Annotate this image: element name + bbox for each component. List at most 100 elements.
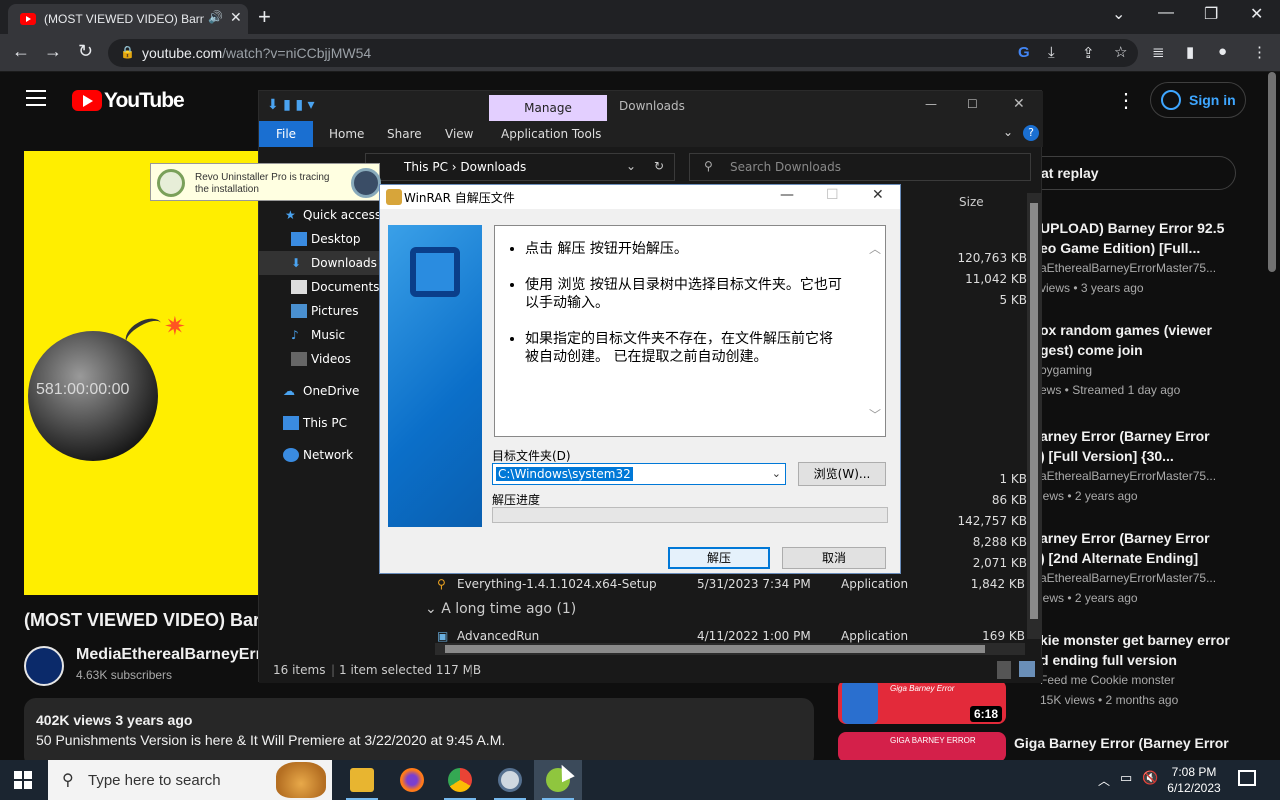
breadcrumb-downloads[interactable]: Downloads bbox=[460, 160, 526, 174]
destination-folder-combo[interactable]: C:\Windows\system32 ⌄ bbox=[492, 463, 786, 485]
firefox-taskbar-icon[interactable] bbox=[388, 760, 436, 800]
refresh-icon[interactable]: ↻ bbox=[654, 159, 664, 173]
address-dropdown-icon[interactable]: ⌄ bbox=[626, 159, 636, 173]
minimize-button[interactable]: — bbox=[925, 97, 937, 111]
tab-close-icon[interactable]: ✕ bbox=[230, 9, 242, 26]
extract-button[interactable]: 解压 bbox=[668, 547, 770, 569]
scrollbar-thumb[interactable] bbox=[1030, 203, 1038, 619]
explorer-address-bar[interactable]: This PC › Downloads ⌄ ↻ bbox=[365, 153, 675, 181]
rec-title-line1[interactable]: Giga Barney Error (Barney Error bbox=[1014, 735, 1229, 751]
details-view-icon[interactable] bbox=[997, 661, 1011, 679]
taskbar-search-box[interactable]: ⚲ Type here to search bbox=[48, 760, 332, 800]
cancel-button[interactable]: 取消 bbox=[782, 547, 886, 569]
browse-button[interactable]: 浏览(W)... bbox=[798, 462, 886, 486]
network-icon[interactable]: ▭ bbox=[1120, 770, 1132, 786]
recommendation-item[interactable]: ox random games (viewer gest) come join … bbox=[1040, 320, 1260, 400]
taskbar-clock[interactable]: 7:08 PM 6/12/2023 bbox=[1166, 764, 1222, 796]
recommendation-item[interactable]: arney Error (Barney Error ) [2nd Alterna… bbox=[1040, 528, 1260, 608]
large-icons-view-icon[interactable] bbox=[1019, 661, 1035, 677]
back-button[interactable]: ← bbox=[12, 41, 30, 62]
side-panel-icon[interactable]: ▮ bbox=[1186, 43, 1194, 61]
destination-value[interactable]: C:\Windows\system32 bbox=[496, 467, 633, 481]
hamburger-menu-icon[interactable] bbox=[26, 90, 46, 111]
windows-start-icon[interactable] bbox=[14, 771, 32, 789]
sign-in-button[interactable]: Sign in bbox=[1150, 82, 1246, 118]
recommendation-item[interactable]: arney Error (Barney Error ) [Full Versio… bbox=[1040, 426, 1260, 506]
ribbon-file-tab[interactable]: File bbox=[259, 121, 313, 147]
close-button[interactable]: ✕ bbox=[1013, 96, 1025, 112]
speaker-muted-icon[interactable]: 🔇 bbox=[1142, 770, 1158, 786]
description-box[interactable]: 402K views 3 years ago 50 Punishments Ve… bbox=[24, 698, 814, 760]
recommendation-item[interactable]: kie monster get barney error d ending fu… bbox=[1040, 630, 1260, 710]
ribbon-tabs: File Home Share View Application Tools ⌄… bbox=[259, 121, 1043, 147]
video-player[interactable]: ✷ 581:00:00:00 bbox=[24, 151, 258, 595]
vertical-scrollbar[interactable] bbox=[1027, 193, 1041, 639]
browser-menu-icon[interactable]: ⋮ bbox=[1252, 43, 1267, 61]
tab-search-icon[interactable]: ⌄ bbox=[1112, 4, 1125, 24]
help-icon[interactable]: ? bbox=[1023, 125, 1039, 141]
explorer-search-box[interactable]: ⚲ Search Downloads bbox=[689, 153, 1031, 181]
bookmark-star-icon[interactable]: ☆ bbox=[1114, 43, 1127, 61]
revo-uninstaller-taskbar-icon[interactable] bbox=[486, 760, 534, 800]
close-button[interactable]: ✕ bbox=[872, 187, 884, 203]
instructions-box[interactable]: 点击 解压 按钮开始解压。 使用 浏览 按钮从目录树中选择目标文件夹。它也可以手… bbox=[494, 225, 886, 437]
maximize-button[interactable]: ☐ bbox=[967, 97, 978, 111]
spark-icon: ✷ bbox=[164, 311, 186, 341]
scroll-up-icon[interactable]: ︿ bbox=[869, 240, 881, 257]
quick-access-toolbar-icon[interactable]: ⬇ ▮ ▮ ▾ bbox=[267, 97, 315, 113]
file-explorer-taskbar-icon[interactable] bbox=[338, 760, 386, 800]
share-icon[interactable]: ⇪ bbox=[1082, 44, 1095, 62]
scroll-down-icon[interactable]: ﹀ bbox=[869, 406, 881, 423]
filter-chip[interactable]: at replay bbox=[1026, 156, 1236, 190]
ribbon-view-tab[interactable]: View bbox=[445, 127, 473, 141]
forward-button[interactable]: → bbox=[44, 41, 62, 62]
minimize-button[interactable]: — bbox=[1158, 4, 1174, 22]
google-lens-icon[interactable]: G bbox=[1018, 44, 1030, 61]
speaker-icon[interactable]: 🔊 bbox=[208, 10, 223, 24]
item-count: 16 items bbox=[273, 663, 326, 677]
file-row[interactable]: ⚲ Everything-1.4.1.1024.x64-Setup 5/31/2… bbox=[435, 574, 1025, 594]
notification-center-icon[interactable] bbox=[1238, 770, 1256, 786]
manage-tab[interactable]: Manage bbox=[489, 95, 607, 121]
ribbon-application-tools-tab[interactable]: Application Tools bbox=[501, 127, 601, 141]
ribbon-share-tab[interactable]: Share bbox=[387, 127, 422, 141]
lock-icon[interactable]: 🔒 bbox=[120, 45, 135, 59]
rec-thumbnail[interactable]: GIGA BARNEY ERROR bbox=[838, 732, 1006, 760]
destination-label: 目标文件夹(D) bbox=[492, 449, 571, 463]
reload-button[interactable]: ↻ bbox=[78, 41, 93, 62]
profile-icon[interactable]: ● bbox=[1218, 43, 1227, 60]
status-divider: | bbox=[331, 663, 336, 677]
minimize-button[interactable]: — bbox=[780, 187, 794, 203]
install-icon[interactable]: ⤓ bbox=[1048, 44, 1055, 61]
download-arrow-icon: ⬇ bbox=[291, 256, 302, 270]
media-playlist-icon[interactable]: ≣ bbox=[1152, 43, 1165, 61]
file-size: 1,842 KB bbox=[970, 577, 1025, 591]
ribbon-expand-icon[interactable]: ⌄ bbox=[1003, 125, 1013, 139]
page-scrollbar[interactable] bbox=[1268, 72, 1276, 272]
size-column-header[interactable]: Size bbox=[959, 195, 984, 209]
desktop-icon bbox=[291, 232, 307, 246]
browser-tab-youtube[interactable]: (MOST VIEWED VIDEO) Barney 🔊 ✕ bbox=[8, 4, 248, 34]
revo-tracking-icon[interactable] bbox=[351, 168, 381, 198]
chrome-taskbar-icon[interactable] bbox=[436, 760, 484, 800]
group-header[interactable]: ⌄ A long time ago (1) bbox=[425, 601, 576, 617]
scrollbar-thumb[interactable] bbox=[445, 645, 985, 653]
restore-button[interactable]: ❐ bbox=[1204, 4, 1218, 24]
rec-meta: iews • 2 years ago bbox=[1040, 591, 1138, 605]
chevron-down-icon[interactable]: ⌄ bbox=[772, 467, 781, 480]
breadcrumb-this-pc[interactable]: This PC bbox=[404, 160, 448, 174]
new-tab-button[interactable]: + bbox=[258, 4, 271, 30]
more-options-icon[interactable]: ⋮ bbox=[1116, 88, 1136, 113]
url-text[interactable]: youtube.com/watch?v=niCCbjjMW54 bbox=[142, 45, 371, 61]
channel-name[interactable]: MediaEtherealBarneyErro bbox=[76, 646, 272, 664]
chevron-up-icon[interactable]: ︿ bbox=[1098, 772, 1110, 789]
rec-thumbnail[interactable]: Giga Barney Error 6:18 bbox=[838, 680, 1006, 724]
ribbon-home-tab[interactable]: Home bbox=[329, 127, 364, 141]
close-window-button[interactable]: ✕ bbox=[1250, 4, 1263, 24]
horizontal-scrollbar[interactable] bbox=[435, 643, 1025, 655]
recommendation-item[interactable]: UPLOAD) Barney Error 92.5 eo Game Editio… bbox=[1040, 218, 1260, 298]
group-label: A long time ago (1) bbox=[441, 601, 577, 617]
explorer-title: Downloads bbox=[619, 99, 685, 113]
address-bar[interactable]: 🔒 youtube.com/watch?v=niCCbjjMW54 G ⤓ ⇪ … bbox=[108, 39, 1138, 67]
channel-avatar[interactable] bbox=[24, 646, 64, 686]
